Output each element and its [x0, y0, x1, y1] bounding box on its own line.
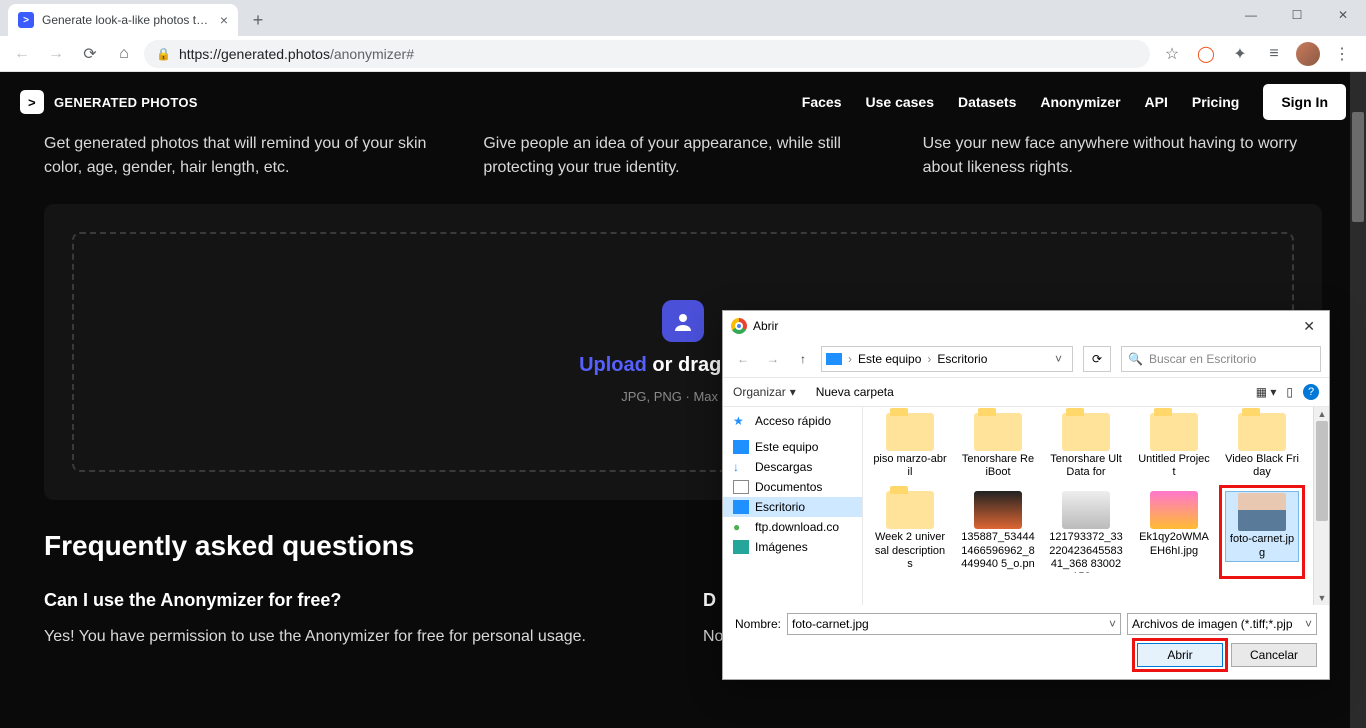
dialog-scrollbar[interactable]: ▲▼: [1313, 407, 1329, 605]
upload-avatar-icon: [662, 300, 704, 342]
reading-list-icon[interactable]: ≡: [1262, 42, 1286, 66]
file-item[interactable]: piso marzo-abril: [871, 411, 949, 481]
chrome-menu-icon[interactable]: ⋮: [1330, 42, 1354, 66]
file-item[interactable]: foto-carnet.jpg: [1223, 489, 1301, 575]
nav-forward-button[interactable]: →: [42, 40, 70, 68]
window-close-icon[interactable]: ✕: [1320, 0, 1366, 30]
bookmark-star-icon[interactable]: ☆: [1160, 42, 1184, 66]
file-item[interactable]: 121793372_3322042364558341_368 83002153.…: [1047, 489, 1125, 575]
window-maximize-icon[interactable]: ☐: [1274, 0, 1320, 30]
nav-datasets[interactable]: Datasets: [958, 94, 1016, 110]
new-folder-button[interactable]: Nueva carpeta: [816, 385, 894, 399]
sign-in-button[interactable]: Sign In: [1263, 84, 1346, 120]
nav-faces[interactable]: Faces: [802, 94, 842, 110]
nav-use-cases[interactable]: Use cases: [866, 94, 935, 110]
sidebar-this-pc[interactable]: Este equipo: [723, 437, 862, 457]
faq-answer-1: Yes! You have permission to use the Anon…: [44, 625, 663, 649]
file-item[interactable]: Ek1qy2oWMAEH6hI.jpg: [1135, 489, 1213, 575]
sidebar-downloads[interactable]: ↓Descargas: [723, 457, 862, 477]
nav-back-button[interactable]: ←: [8, 40, 36, 68]
feature-col-1: Get generated photos that will remind yo…: [44, 132, 443, 180]
sidebar-images[interactable]: Imágenes: [723, 537, 862, 557]
dialog-sidebar: ★Acceso rápido Este equipo ↓Descargas Do…: [723, 407, 863, 605]
address-bar[interactable]: 🔒 https://generated.photos/anonymizer#: [144, 40, 1150, 68]
nav-anonymizer[interactable]: Anonymizer: [1040, 94, 1120, 110]
browser-tab[interactable]: > Generate look-a-like photos to p ×: [8, 4, 238, 36]
dialog-title: Abrir: [753, 319, 1291, 333]
filename-label: Nombre:: [735, 617, 781, 631]
nav-home-button[interactable]: ⌂: [110, 40, 138, 68]
help-icon[interactable]: ?: [1303, 384, 1319, 400]
cancel-button[interactable]: Cancelar: [1231, 643, 1317, 667]
filetype-filter[interactable]: Archivos de imagen (*.tiff;*.pjp˅: [1127, 613, 1317, 635]
window-minimize-icon[interactable]: —: [1228, 0, 1274, 30]
new-tab-button[interactable]: +: [244, 6, 272, 34]
dialog-nav-forward[interactable]: →: [761, 347, 785, 371]
lock-icon: 🔒: [156, 47, 171, 61]
feature-col-3: Use your new face anywhere without havin…: [923, 132, 1322, 180]
extension-brave-icon[interactable]: ◯: [1194, 42, 1218, 66]
faq-question-1: Can I use the Anonymizer for free?: [44, 590, 663, 611]
extensions-icon[interactable]: ✦: [1228, 42, 1252, 66]
file-list[interactable]: piso marzo-abrilTenorshare ReiBootTenors…: [863, 407, 1329, 605]
nav-reload-button[interactable]: ⟳: [76, 40, 104, 68]
brand-logo[interactable]: > GENERATED PHOTOS: [20, 90, 198, 114]
chevron-down-icon[interactable]: ˅: [1049, 352, 1068, 366]
view-mode-icon[interactable]: ▦ ▾: [1256, 385, 1277, 399]
dialog-nav-up[interactable]: ↑: [791, 347, 815, 371]
nav-api[interactable]: API: [1145, 94, 1168, 110]
file-item[interactable]: Tenorshare UltData for: [1047, 411, 1125, 481]
file-item[interactable]: 135887_534441466596962_8449940 5_o.png: [959, 489, 1037, 575]
page-scrollbar[interactable]: [1350, 72, 1366, 728]
sidebar-ftp[interactable]: ●ftp.download.co: [723, 517, 862, 537]
sidebar-documents[interactable]: Documentos: [723, 477, 862, 497]
organize-menu[interactable]: Organizar▾: [733, 385, 796, 399]
breadcrumb[interactable]: › Este equipo › Escritorio ˅: [821, 346, 1073, 372]
file-open-dialog: Abrir ✕ ← → ↑ › Este equipo › Escritorio…: [722, 310, 1330, 680]
search-icon: 🔍: [1128, 352, 1143, 366]
file-item[interactable]: Video Black Friday: [1223, 411, 1301, 481]
feature-col-2: Give people an idea of your appearance, …: [483, 132, 882, 180]
file-item[interactable]: Tenorshare ReiBoot: [959, 411, 1037, 481]
tab-title: Generate look-a-like photos to p: [42, 13, 212, 27]
chrome-icon: [731, 318, 747, 334]
nav-pricing[interactable]: Pricing: [1192, 94, 1239, 110]
sidebar-desktop[interactable]: Escritorio: [723, 497, 862, 517]
tab-close-icon[interactable]: ×: [220, 12, 228, 28]
filename-input[interactable]: foto-carnet.jpg˅: [787, 613, 1121, 635]
dialog-refresh-button[interactable]: ⟳: [1083, 346, 1111, 372]
dialog-close-button[interactable]: ✕: [1297, 318, 1321, 335]
sidebar-quick-access[interactable]: ★Acceso rápido: [723, 411, 862, 431]
dialog-nav-back[interactable]: ←: [731, 347, 755, 371]
pc-icon: [826, 353, 842, 365]
open-button[interactable]: Abrir: [1137, 643, 1223, 667]
file-item[interactable]: Untitled Project: [1135, 411, 1213, 481]
profile-avatar[interactable]: [1296, 42, 1320, 66]
preview-pane-icon[interactable]: ▯: [1286, 385, 1293, 399]
tab-favicon: >: [18, 12, 34, 28]
dialog-search-input[interactable]: 🔍 Buscar en Escritorio: [1121, 346, 1321, 372]
file-item[interactable]: Week 2 universal descriptions: [871, 489, 949, 575]
